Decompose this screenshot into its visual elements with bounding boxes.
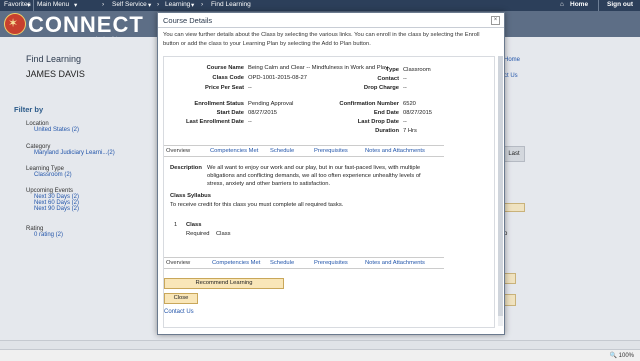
contact-us-link[interactable]: Contact Us bbox=[164, 309, 194, 315]
home-link[interactable]: Home bbox=[570, 1, 588, 8]
maryland-seal-logo: ✶ bbox=[4, 13, 26, 35]
filter-option[interactable]: 0 rating (2) bbox=[34, 232, 63, 238]
filter-title: Filter by bbox=[14, 105, 44, 114]
main-menu[interactable]: Main Menu bbox=[37, 1, 69, 8]
tab-schedule[interactable]: Schedule bbox=[270, 260, 294, 266]
syllabus-text: To receive credit for this class you mus… bbox=[170, 202, 344, 208]
tab-competencies-met[interactable]: Competencies Met bbox=[210, 148, 258, 154]
recommend-learning-button[interactable]: Recommend Learning bbox=[164, 278, 284, 289]
zoom-level[interactable]: 🔍 100% bbox=[610, 352, 635, 359]
class-code-label: Class Code bbox=[212, 75, 244, 81]
contact-value: -- bbox=[403, 76, 407, 82]
filter-group-learning-type: Learning Type Classroom (2) bbox=[26, 166, 72, 178]
tab-overview[interactable]: Overview bbox=[166, 148, 190, 154]
filter-option[interactable]: Classroom (2) bbox=[34, 172, 72, 178]
confirmation-value: 6520 bbox=[403, 101, 416, 107]
last-enrollment-value: -- bbox=[248, 119, 252, 125]
confirmation-label: Confirmation Number bbox=[339, 101, 399, 107]
tab-schedule[interactable]: Schedule bbox=[270, 148, 294, 154]
last-enrollment-label: Last Enrollment Date bbox=[186, 119, 244, 125]
enrollment-status-value: Pending Approval bbox=[248, 101, 294, 107]
browser-status-bar: 🔍 100% bbox=[0, 349, 640, 361]
description-line-1: We all want to enjoy our work and our pl… bbox=[207, 165, 421, 171]
favorites-chevron-icon: ▾ bbox=[27, 2, 31, 9]
drop-charge-label: Drop Charge bbox=[363, 85, 399, 91]
tab-overview[interactable]: Overview bbox=[166, 260, 190, 266]
tab-notes-attachments[interactable]: Notes and Attachments bbox=[365, 260, 425, 266]
tab-competencies-met[interactable]: Competencies Met bbox=[212, 260, 260, 266]
nav-separator bbox=[33, 0, 34, 11]
background-button[interactable] bbox=[503, 203, 525, 212]
breadcrumb-arrow-icon: › bbox=[157, 1, 160, 8]
breadcrumb-self-service[interactable]: Self Service bbox=[112, 1, 147, 8]
last-drop-value: -- bbox=[403, 119, 407, 125]
description-label: Description bbox=[170, 165, 202, 171]
close-button[interactable]: Close bbox=[164, 293, 198, 304]
drop-charge-value: -- bbox=[403, 85, 407, 91]
contact-label: Contact bbox=[377, 76, 399, 82]
user-name: JAMES DAVIS bbox=[26, 69, 85, 79]
filter-group-rating: Rating 0 rating (2) bbox=[26, 226, 63, 238]
enrollment-status-label: Enrollment Status bbox=[194, 101, 244, 107]
breadcrumb-arrow-icon: › bbox=[102, 1, 105, 8]
price-value: -- bbox=[248, 85, 252, 91]
course-details-dialog: Course Details × You can view further de… bbox=[157, 12, 505, 335]
description-line-2: obligations and conflicting demands, we … bbox=[207, 173, 421, 179]
syllabus-item-name: Class bbox=[186, 222, 202, 228]
page-title: Find Learning bbox=[26, 54, 82, 64]
filter-option[interactable]: Next 90 Days (2) bbox=[34, 206, 79, 212]
syllabus-item-required: Required bbox=[186, 231, 210, 237]
scrollbar-thumb[interactable] bbox=[498, 56, 503, 316]
duration-label: Duration bbox=[375, 128, 399, 134]
close-icon[interactable]: × bbox=[491, 16, 500, 25]
dialog-scrollbar[interactable] bbox=[498, 56, 503, 326]
class-code-value: OPD-1001-2015-08-27 bbox=[248, 75, 307, 81]
filter-option[interactable]: United States (2) bbox=[34, 127, 79, 133]
type-value: Classroom bbox=[403, 67, 431, 73]
syllabus-item-type: Class bbox=[216, 231, 231, 237]
filter-group-upcoming-events: Upcoming Events Next 30 Days (2) Next 60… bbox=[26, 188, 79, 212]
learning-chevron-icon: ▾ bbox=[191, 2, 195, 9]
course-tabs-top: Overview Competencies Met Schedule Prere… bbox=[164, 145, 444, 156]
breadcrumb-learning[interactable]: Learning bbox=[165, 1, 190, 8]
end-date-label: End Date bbox=[373, 110, 399, 116]
filter-option[interactable]: Maryland Judiciary Learni...(2) bbox=[34, 150, 115, 156]
contact-us-link-partial[interactable]: ct Us bbox=[504, 73, 518, 79]
start-date-value: 08/27/2015 bbox=[248, 110, 278, 116]
syllabus-title: Class Syllabus bbox=[170, 193, 211, 199]
course-tabs-bottom: Overview Competencies Met Schedule Prere… bbox=[164, 257, 444, 268]
filter-group-location: Location United States (2) bbox=[26, 121, 79, 133]
tab-prerequisites[interactable]: Prerequisites bbox=[314, 260, 348, 266]
breadcrumb-find-learning[interactable]: Find Learning bbox=[211, 1, 251, 8]
home-link-secondary[interactable]: Home bbox=[504, 57, 520, 63]
duration-value: 7 Hrs bbox=[403, 128, 417, 134]
divider bbox=[164, 156, 444, 157]
main-menu-chevron-icon: ▾ bbox=[74, 2, 78, 9]
course-name-label: Course Name bbox=[206, 65, 244, 71]
filter-group-category: Category Maryland Judiciary Learni...(2) bbox=[26, 144, 115, 156]
course-detail-panel: Course Name Being Calm and Clear -- Mind… bbox=[163, 56, 495, 328]
end-date-value: 08/27/2015 bbox=[403, 110, 433, 116]
sign-out-link[interactable]: Sign out bbox=[607, 1, 633, 8]
description-line-3: stress, anxiety and other barriers to sa… bbox=[207, 181, 331, 187]
breadcrumb-arrow-icon: › bbox=[201, 1, 204, 8]
home-icon: ⌂ bbox=[560, 1, 564, 8]
dialog-intro-text: You can view further details about the C… bbox=[163, 32, 480, 47]
nav-separator bbox=[598, 0, 599, 11]
dialog-title-bar: Course Details × bbox=[158, 13, 504, 28]
price-label: Price Per Seat bbox=[205, 85, 244, 91]
start-date-label: Start Date bbox=[216, 110, 244, 116]
brand-name: CONNECT bbox=[28, 12, 144, 37]
self-service-chevron-icon: ▾ bbox=[148, 2, 152, 9]
tab-prerequisites[interactable]: Prerequisites bbox=[314, 148, 348, 154]
top-navigation-bar: Favorites ▾ Main Menu ▾ › Self Service ▾… bbox=[0, 0, 640, 11]
divider bbox=[164, 268, 444, 269]
last-drop-label: Last Drop Date bbox=[357, 119, 399, 125]
dialog-title: Course Details bbox=[163, 16, 213, 25]
type-label: Type bbox=[385, 67, 399, 73]
syllabus-item-number: 1 bbox=[174, 222, 178, 228]
tab-notes-attachments[interactable]: Notes and Attachments bbox=[365, 148, 425, 154]
zoom-value: 100% bbox=[618, 353, 634, 359]
last-button[interactable]: Last bbox=[503, 146, 525, 162]
